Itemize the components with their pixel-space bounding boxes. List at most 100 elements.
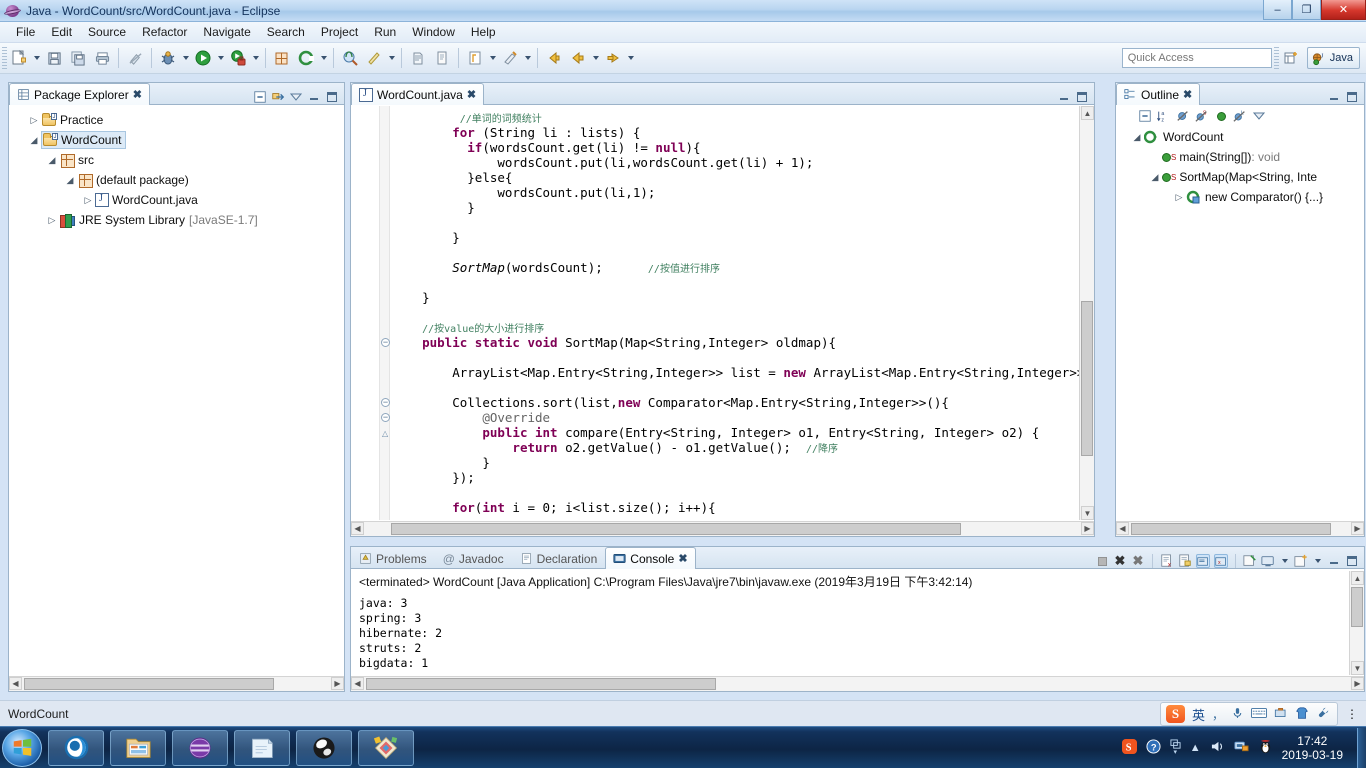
annotation-next-icon[interactable]: [363, 47, 385, 69]
toggle-mark-occurrences-icon[interactable]: [124, 47, 146, 69]
display-console-dropdown-icon[interactable]: [1279, 554, 1290, 568]
taskbar-browser-icon[interactable]: [48, 729, 104, 766]
console-vscrollbar[interactable]: ▲ ▼: [1349, 571, 1364, 675]
open-console-icon[interactable]: [1294, 554, 1308, 568]
link-with-editor-icon[interactable]: [271, 90, 285, 104]
search-history-icon[interactable]: [407, 47, 429, 69]
taskbar-paint-icon[interactable]: [358, 729, 414, 766]
sort-alphabetically-icon[interactable]: az: [1157, 109, 1171, 123]
last-edit-location-icon[interactable]: [499, 47, 521, 69]
menu-window[interactable]: Window: [404, 23, 463, 41]
tab-wordcount-java[interactable]: WordCount.java ✖: [351, 83, 485, 105]
scroll-left-icon[interactable]: ◀: [9, 677, 22, 690]
collapse-all-icon[interactable]: [1138, 109, 1152, 123]
tray-expand-icon[interactable]: ▾: [1170, 739, 1181, 756]
tray-network-icon[interactable]: [1234, 739, 1249, 756]
show-desktop-button[interactable]: [1357, 727, 1366, 768]
sogou-logo-icon[interactable]: S: [1166, 705, 1185, 723]
ime-mode-label[interactable]: 英: [1192, 705, 1205, 724]
tab-outline[interactable]: Outline ✖: [1116, 83, 1201, 105]
hide-static-icon[interactable]: S: [1195, 109, 1209, 123]
view-menu-icon[interactable]: [289, 90, 303, 104]
tray-sogou-icon[interactable]: S: [1121, 738, 1137, 757]
run-external-dropdown-icon[interactable]: [250, 47, 261, 69]
expand-arrow-icon[interactable]: ◢: [27, 135, 41, 146]
quick-access-input[interactable]: Quick Access: [1121, 48, 1272, 68]
scroll-left-icon[interactable]: ◀: [351, 677, 364, 690]
clear-console-icon[interactable]: x: [1160, 554, 1174, 568]
last-edit-dropdown-icon[interactable]: [522, 47, 533, 69]
expand-arrow-icon[interactable]: ◢: [45, 155, 59, 166]
show-console-on-output-icon[interactable]: [1196, 554, 1210, 568]
open-perspective-icon[interactable]: [1280, 47, 1302, 69]
editor-folding-column[interactable]: [379, 106, 390, 520]
code-editor-area[interactable]: //单词的词频统计 for (String li : lists) { if(w…: [351, 106, 1094, 520]
back-dropdown-icon[interactable]: [590, 47, 601, 69]
minimize-view-icon[interactable]: [1327, 554, 1341, 568]
pin-console-icon[interactable]: [1243, 554, 1257, 568]
taskbar-clock[interactable]: 17:42 2019-03-19: [1282, 734, 1343, 762]
menu-navigate[interactable]: Navigate: [195, 23, 258, 41]
hide-fields-icon[interactable]: [1176, 109, 1190, 123]
maximize-button[interactable]: ❐: [1292, 0, 1321, 20]
scroll-right-icon[interactable]: ▶: [1351, 677, 1364, 690]
tray-help-icon[interactable]: ?: [1146, 738, 1161, 757]
outline-item-new-comparator[interactable]: ▷ new Comparator() {...}: [1116, 187, 1364, 207]
close-button[interactable]: ✕: [1321, 0, 1366, 20]
expand-arrow-icon[interactable]: ◢: [1148, 172, 1162, 183]
editor-hscrollbar[interactable]: ◀ ▶: [351, 521, 1094, 536]
package-explorer-hscrollbar[interactable]: ◀ ▶: [9, 676, 344, 691]
scroll-right-icon[interactable]: ▶: [1351, 522, 1364, 535]
minimize-view-icon[interactable]: [307, 90, 321, 104]
hscroll-thumb[interactable]: [391, 523, 961, 535]
menu-source[interactable]: Source: [80, 23, 134, 41]
fold-toggle-icon[interactable]: −: [381, 413, 390, 422]
keyboard-icon[interactable]: [1251, 707, 1268, 722]
hscroll-thumb[interactable]: [1131, 523, 1331, 535]
back-history-icon[interactable]: [567, 47, 589, 69]
maximize-view-icon[interactable]: [1345, 90, 1359, 104]
new-class-dropdown-icon[interactable]: [318, 47, 329, 69]
close-icon[interactable]: ✖: [133, 88, 142, 101]
tab-declaration[interactable]: Declaration: [512, 547, 606, 569]
previous-edit-icon[interactable]: [431, 47, 453, 69]
annotation-dropdown-icon[interactable]: [386, 47, 397, 69]
hscroll-thumb[interactable]: [366, 678, 716, 690]
close-icon[interactable]: ✖: [467, 88, 476, 101]
expand-arrow-icon[interactable]: ▷: [1172, 192, 1186, 203]
scroll-down-icon[interactable]: ▼: [1351, 661, 1364, 675]
menu-project[interactable]: Project: [313, 23, 366, 41]
scroll-right-icon[interactable]: ▶: [331, 677, 344, 690]
tab-console[interactable]: Console ✖: [605, 547, 696, 569]
perspective-java-button[interactable]: J Java: [1306, 47, 1360, 69]
hide-local-types-icon[interactable]: L: [1233, 109, 1247, 123]
scroll-left-icon[interactable]: ◀: [1116, 522, 1129, 535]
skin-icon[interactable]: [1295, 706, 1309, 723]
hscroll-thumb[interactable]: [24, 678, 274, 690]
collapse-caret-icon[interactable]: △: [382, 429, 388, 438]
run-external-tools-icon[interactable]: [227, 47, 249, 69]
scroll-down-icon[interactable]: ▼: [1081, 506, 1094, 520]
settings-icon[interactable]: [1316, 706, 1330, 723]
fold-toggle-icon[interactable]: −: [381, 398, 390, 407]
console-output[interactable]: java: 3 spring: 3 hibernate: 2 struts: 2 big…: [351, 592, 1364, 675]
save-all-icon[interactable]: [67, 47, 89, 69]
scroll-right-icon[interactable]: ▶: [1081, 522, 1094, 535]
display-selected-console-icon[interactable]: [1261, 554, 1275, 568]
scroll-left-icon[interactable]: ◀: [351, 522, 364, 535]
next-annotation-dropdown-icon[interactable]: [487, 47, 498, 69]
expand-arrow-icon[interactable]: ◢: [1130, 132, 1144, 143]
toolbar-grip-2[interactable]: [1273, 47, 1279, 69]
outline-item-wordcount[interactable]: ◢ WordCount: [1116, 127, 1364, 147]
tab-javadoc[interactable]: @ Javadoc: [435, 547, 512, 569]
source-code[interactable]: //单词的词频统计 for (String li : lists) { if(w…: [392, 106, 1094, 520]
hide-nonpublic-icon[interactable]: [1214, 109, 1228, 123]
scroll-lock-icon[interactable]: [1178, 554, 1192, 568]
tray-penguin-icon[interactable]: [1258, 739, 1273, 757]
forward-icon[interactable]: [602, 47, 624, 69]
maximize-view-icon[interactable]: [1075, 90, 1089, 104]
expand-arrow-icon[interactable]: ◢: [63, 175, 77, 186]
back-icon[interactable]: [543, 47, 565, 69]
taskbar-media-icon[interactable]: [296, 729, 352, 766]
outline-item-main[interactable]: S main(String[]) : void: [1116, 147, 1364, 167]
